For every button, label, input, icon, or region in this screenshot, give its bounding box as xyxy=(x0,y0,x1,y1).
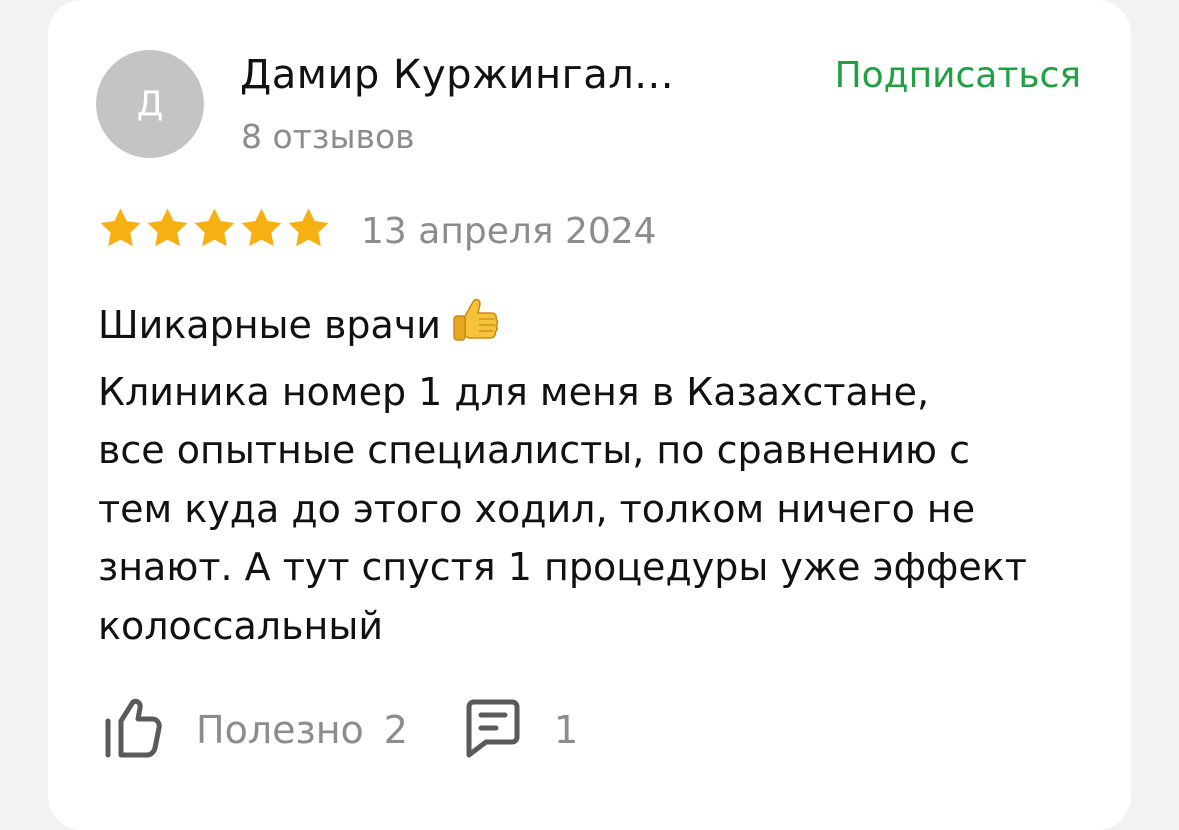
review-actions: Полезно 2 1 xyxy=(102,697,578,763)
useful-button[interactable]: Полезно 2 xyxy=(102,697,408,763)
comment-icon xyxy=(464,697,522,763)
author-name[interactable]: Дамир Куржингал... xyxy=(240,52,674,98)
review-line: Клиника номер 1 для меня в Казахстане, xyxy=(98,369,930,414)
comments-button[interactable]: 1 xyxy=(464,697,578,763)
author-review-count: 8 отзывов xyxy=(241,117,415,156)
like-icon xyxy=(102,697,162,763)
review-date: 13 апреля 2024 xyxy=(361,211,657,252)
useful-label: Полезно xyxy=(196,708,364,752)
useful-count: 2 xyxy=(383,708,408,752)
comments-count: 1 xyxy=(553,708,579,752)
star-icon xyxy=(145,207,190,249)
star-icon xyxy=(239,207,284,249)
review-line-text: Шикарные врачи xyxy=(98,303,441,347)
rating-stars xyxy=(98,207,331,249)
star-icon xyxy=(192,207,237,249)
subscribe-button[interactable]: Подписаться xyxy=(835,55,1081,96)
review-line: тем куда до этого ходил, толком ничего н… xyxy=(98,486,976,531)
thumbs-up-emoji-icon xyxy=(449,294,501,363)
review-line: колоссальный xyxy=(98,603,384,648)
avatar[interactable]: Д xyxy=(96,50,204,158)
star-icon xyxy=(286,207,331,249)
review-line: все опытные специалисты, по сравнению с xyxy=(98,428,971,472)
review-text: Шикарные врачи Клиника номер 1 для меня … xyxy=(98,294,1088,655)
star-icon xyxy=(98,207,143,249)
avatar-initial: Д xyxy=(136,84,164,124)
review-line: знают. А тут спустя 1 процедуры уже эффе… xyxy=(98,545,1027,589)
review-line: Шикарные врачи xyxy=(98,294,1088,363)
